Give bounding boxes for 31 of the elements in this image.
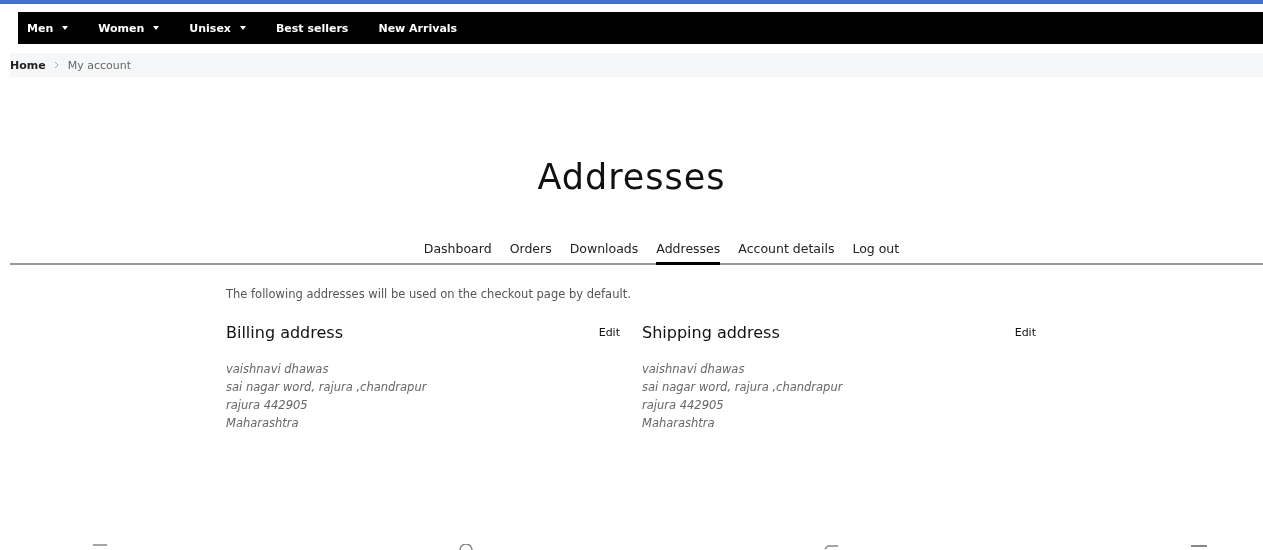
address-line: Maharashtra [642,415,716,432]
address-line: vaishnavi dhawas [642,361,746,378]
caret-icon [153,26,160,30]
account-tab[interactable]: Addresses [656,241,721,265]
account-tab[interactable]: Log out [852,241,900,265]
nav-link[interactable]: Women [98,21,160,35]
address-heading: Shipping address [642,323,780,342]
address-line: Maharashtra [226,415,300,432]
address-heading: Billing address [226,323,343,342]
address-line: sai nagar word, rajura ,chandrapur [226,379,428,396]
chevron-right-icon [53,61,60,69]
caret-icon [239,26,246,30]
address-line: vaishnavi dhawas [226,361,330,378]
caret-icon [62,26,69,30]
edit-link[interactable]: Edit [598,326,620,339]
nav-link[interactable]: Unisex [189,21,246,35]
address-line: rajura 442905 [226,397,309,414]
nav-link[interactable]: Men [27,21,69,35]
edit-link[interactable]: Edit [1014,326,1036,339]
account-tab[interactable]: Orders [509,241,552,265]
account-tab[interactable]: Account details [738,241,835,265]
address-line: rajura 442905 [642,397,725,414]
nav-link[interactable]: Best sellers [275,21,349,35]
breadcrumb-link[interactable]: Home [10,58,46,72]
account-tab[interactable]: Downloads [569,241,639,265]
page-title: Addresses [536,157,727,197]
intro-text: The following addresses will be used on the checkout page by default. [226,287,632,301]
address-line: sai nagar word, rajura ,chandrapur [642,379,844,396]
nav-link[interactable]: New Arrivals [378,21,458,35]
account-tab[interactable]: Dashboard [423,241,492,265]
breadcrumb-link[interactable]: My account [67,58,131,72]
